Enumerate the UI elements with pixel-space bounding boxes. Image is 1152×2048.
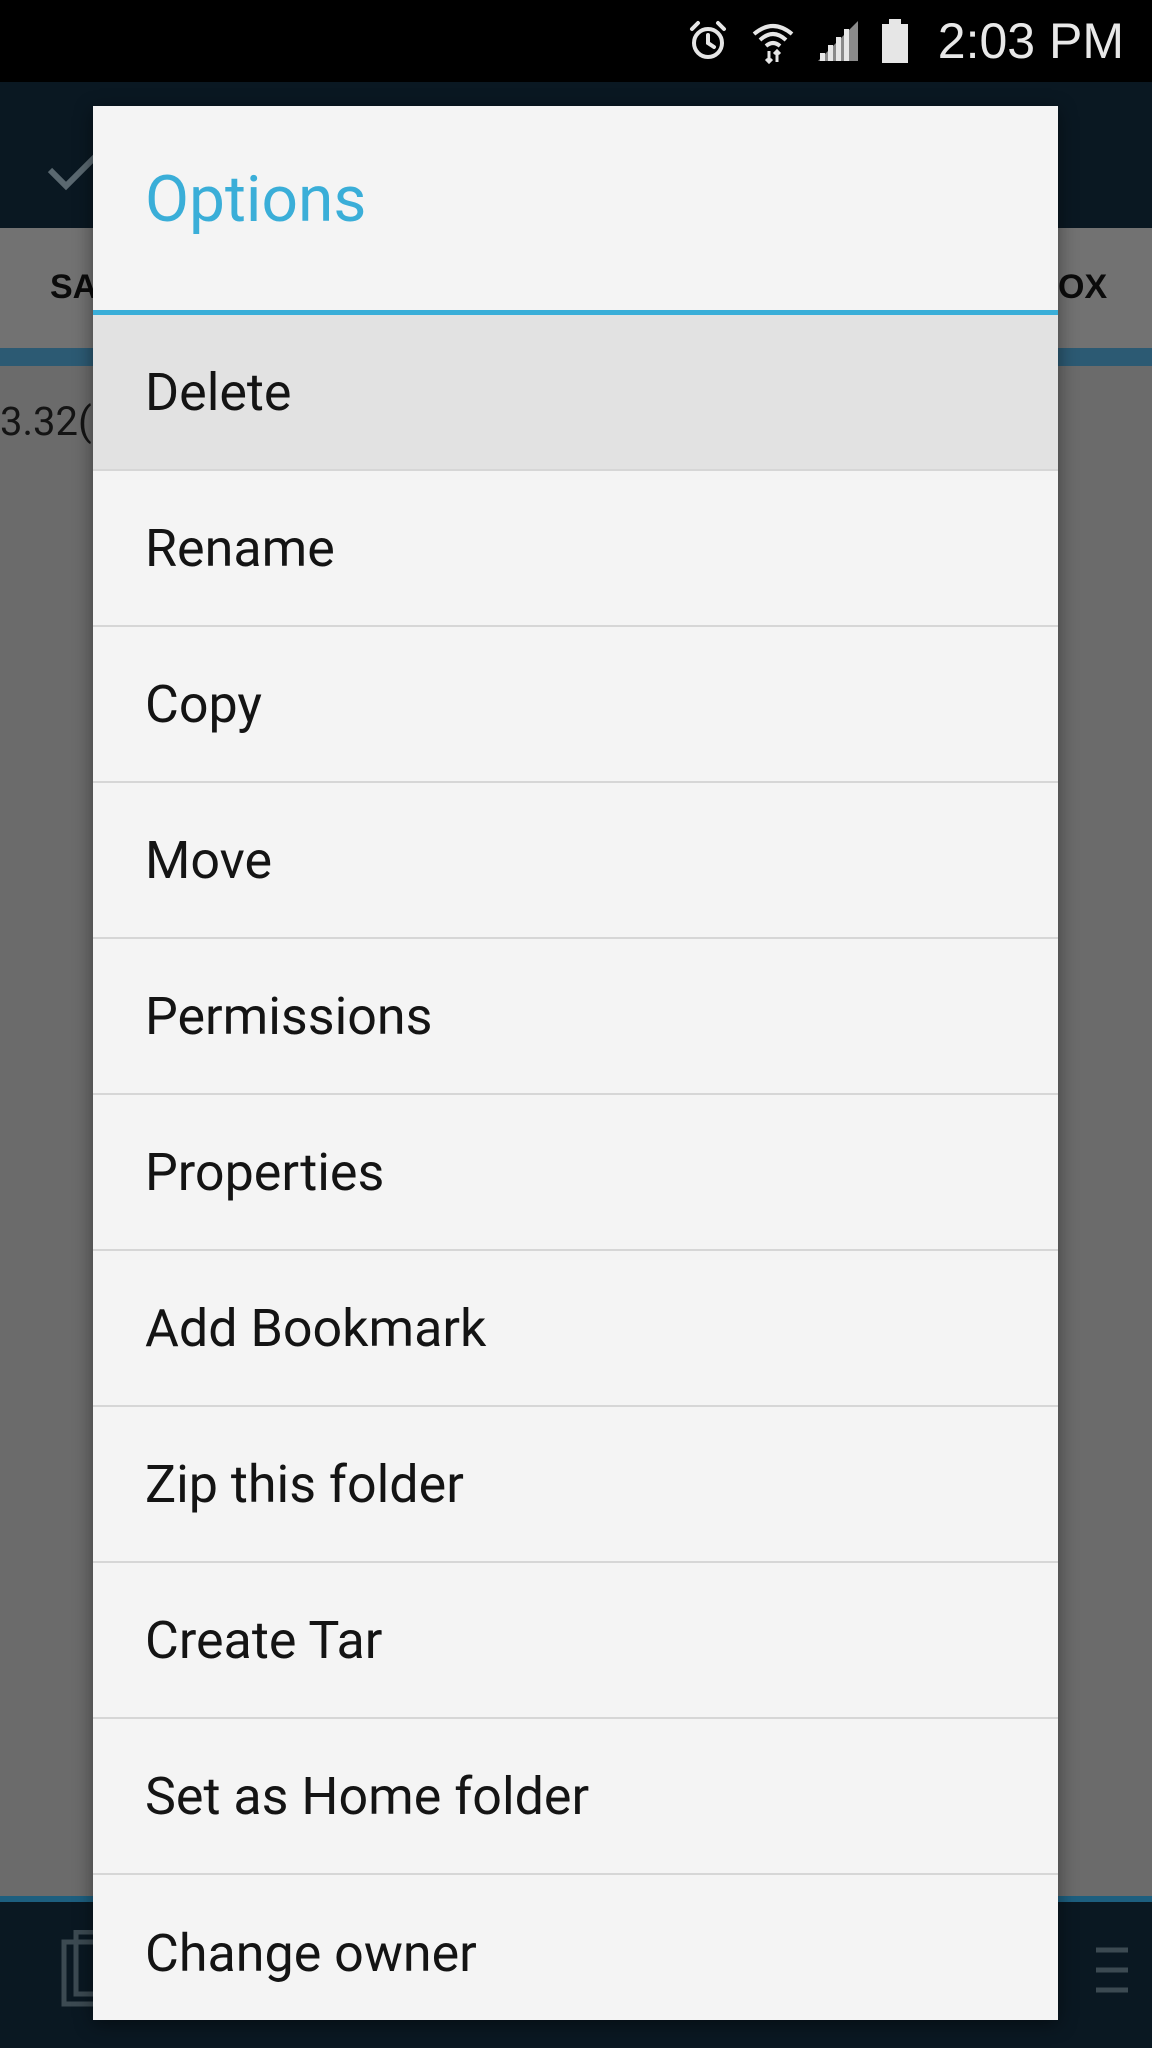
options-dialog: Options Delete Rename Copy Move Permissi… xyxy=(93,106,1058,2020)
option-list: Delete Rename Copy Move Permissions Prop… xyxy=(93,315,1058,2020)
signal-icon xyxy=(816,19,860,63)
screen: 2:03 PM SA OX 3.32( Options Delete Renam… xyxy=(0,0,1152,2048)
tab-indicator-left xyxy=(0,348,93,366)
status-icons: 2:03 PM xyxy=(686,0,1124,82)
option-change-owner[interactable]: Change owner xyxy=(93,1875,1058,2020)
option-rename[interactable]: Rename xyxy=(93,471,1058,627)
option-move[interactable]: Move xyxy=(93,783,1058,939)
tab-right-label: OX xyxy=(1058,268,1108,306)
option-create-tar[interactable]: Create Tar xyxy=(93,1563,1058,1719)
wifi-icon xyxy=(750,18,796,64)
option-add-bookmark[interactable]: Add Bookmark xyxy=(93,1251,1058,1407)
dialog-title: Options xyxy=(145,162,367,237)
alarm-icon xyxy=(686,19,730,63)
option-zip-folder[interactable]: Zip this folder xyxy=(93,1407,1058,1563)
battery-icon xyxy=(880,17,910,65)
background-content-text: 3.32( xyxy=(0,398,92,445)
option-delete[interactable]: Delete xyxy=(93,315,1058,471)
option-copy[interactable]: Copy xyxy=(93,627,1058,783)
option-set-home-folder[interactable]: Set as Home folder xyxy=(93,1719,1058,1875)
menu-icon xyxy=(1092,1930,1132,2014)
option-permissions[interactable]: Permissions xyxy=(93,939,1058,1095)
option-properties[interactable]: Properties xyxy=(93,1095,1058,1251)
tab-indicator-right xyxy=(1058,348,1152,366)
status-time: 2:03 PM xyxy=(937,13,1124,69)
tab-left-label: SA xyxy=(50,268,98,306)
status-bar: 2:03 PM xyxy=(0,0,1152,82)
